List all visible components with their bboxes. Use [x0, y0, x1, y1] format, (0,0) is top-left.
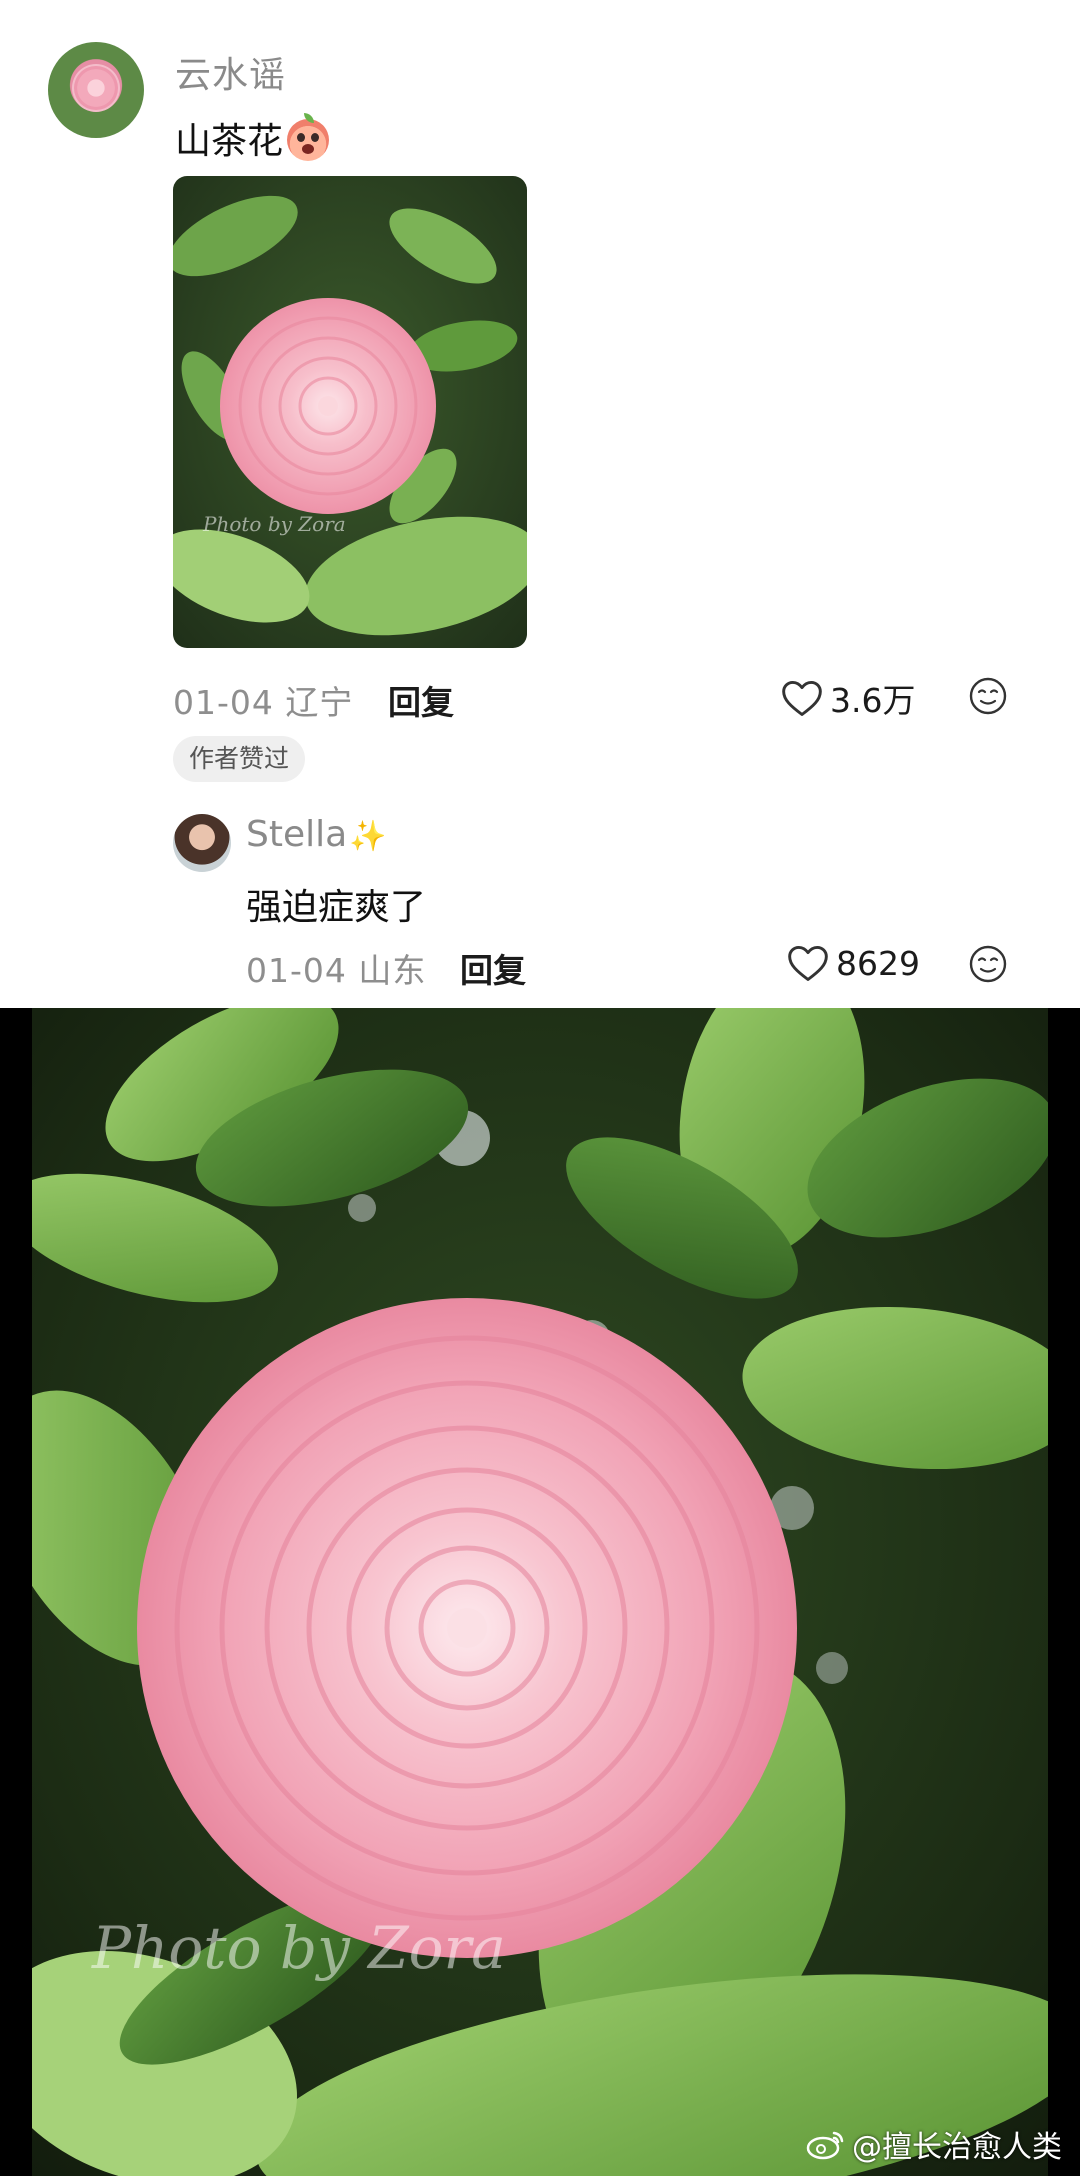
comment-text: 山茶花 — [175, 112, 330, 164]
heart-outline-icon — [782, 680, 822, 716]
comment-text-label: 山茶花 — [175, 121, 284, 162]
reply-username-label: Stella — [246, 814, 348, 855]
camellia-photo-image: Photo by Zora — [32, 1008, 1048, 2176]
weibo-watermark-text: @擅长治愈人类 — [852, 2130, 1062, 2165]
comment-emoji-react-button[interactable] — [968, 676, 1008, 720]
weibo-watermark: @擅长治愈人类 — [806, 2122, 1062, 2166]
reply-like-button[interactable]: 8629 — [786, 942, 920, 984]
surprised-peach-emoji-icon — [287, 113, 330, 161]
camellia-thumbnail: Photo by Zora — [173, 176, 527, 648]
camellia-photo[interactable]: Photo by Zora — [32, 1008, 1048, 2176]
heart-outline-icon — [788, 945, 828, 981]
emoji-face-icon — [969, 945, 1007, 983]
emoji-face-icon — [969, 677, 1007, 715]
comment-image-thumbnail[interactable]: Photo by Zora — [173, 176, 527, 648]
sparkles-icon: ✨ — [349, 819, 387, 854]
reply-emoji-react-button[interactable] — [968, 944, 1008, 988]
reply-like-count: 8629 — [836, 943, 920, 983]
photo-watermark: Photo by Zora — [91, 1914, 506, 1982]
weibo-logo-icon — [806, 2131, 844, 2160]
comment-reply-button[interactable]: 回复 — [388, 676, 454, 724]
reply-date-location: 01-04 山东 — [246, 951, 427, 990]
reply-text: 强迫症爽了 — [246, 887, 427, 928]
camellia-avatar-image — [72, 64, 120, 112]
thumbnail-watermark: Photo by Zora — [202, 512, 346, 536]
reply-user-avatar[interactable] — [173, 814, 231, 872]
comment-username[interactable]: 云水谣 — [175, 46, 286, 98]
comment-like-button[interactable]: 3.6万 — [780, 674, 915, 722]
user-avatar[interactable] — [48, 42, 144, 138]
reply-username[interactable]: Stella✨ — [246, 814, 387, 855]
comment-like-count: 3.6万 — [830, 681, 916, 720]
reply-reply-button[interactable]: 回复 — [460, 944, 526, 992]
comment-date-location: 01-04 辽宁 — [173, 683, 354, 722]
author-liked-badge: 作者赞过 — [173, 736, 306, 782]
